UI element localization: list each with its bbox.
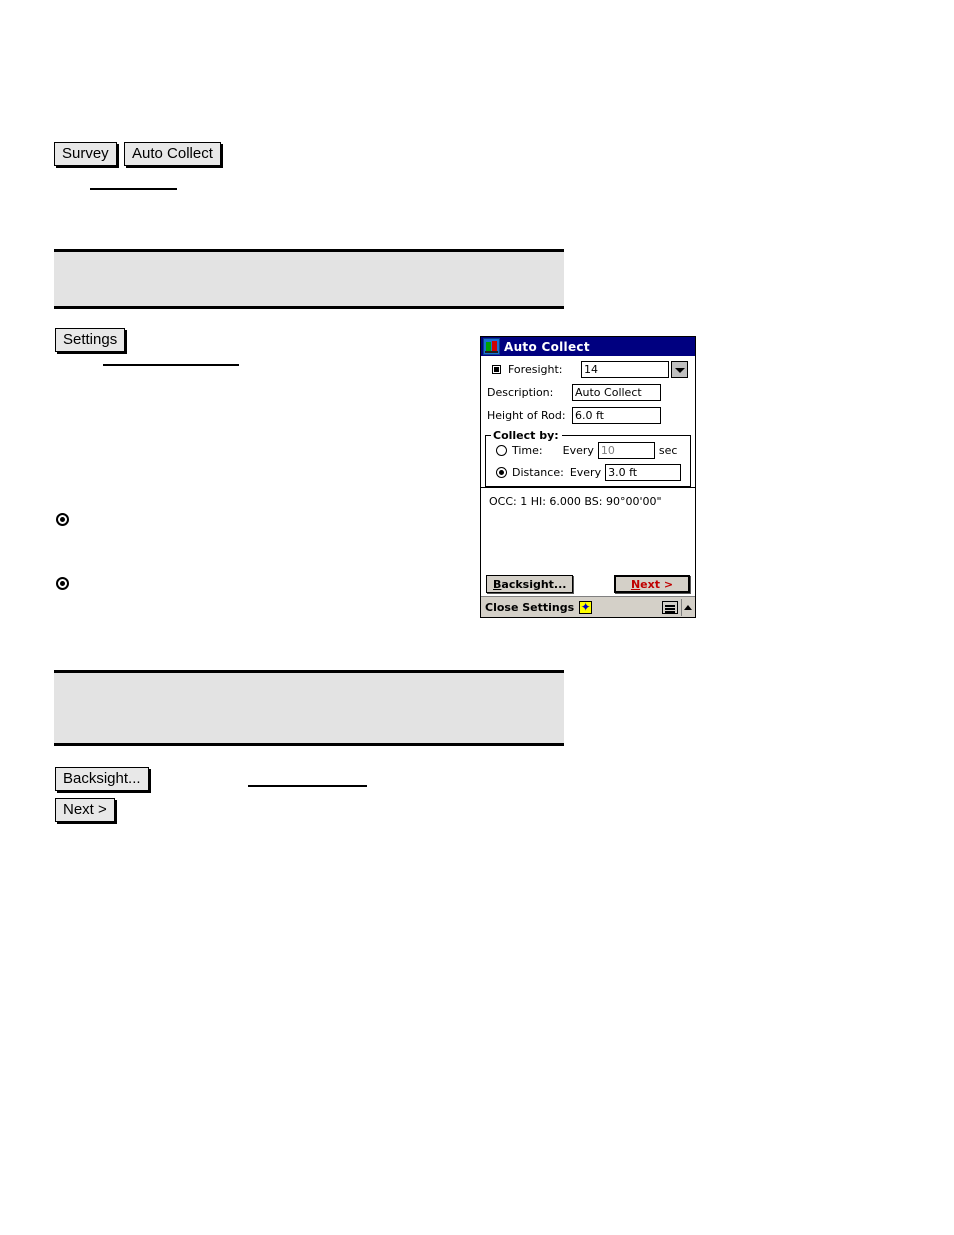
description-row: Description: Auto Collect (487, 384, 689, 401)
dialog-title: Auto Collect (504, 339, 590, 354)
foresight-input[interactable]: 14 (581, 361, 669, 378)
keyboard-icon[interactable] (662, 600, 678, 614)
next-doc-button[interactable]: Next > (55, 798, 115, 822)
status-line: OCC: 1 HI: 6.000 BS: 90°00'00" (489, 495, 662, 508)
redacted-rule-2 (103, 364, 239, 366)
description-label: Description: (487, 386, 554, 399)
next-accel: N (630, 577, 641, 591)
dialog-taskbar: Close Settings ✦ (481, 596, 695, 617)
collect-by-legend: Collect by: (491, 429, 562, 442)
radio-distance-label: Distance: (512, 466, 564, 479)
distance-every-label: Every (569, 466, 602, 479)
height-of-rod-row: Height of Rod: 6.0 ft (487, 407, 689, 424)
backsight-button[interactable]: Backsight... (486, 575, 574, 593)
distance-interval-input[interactable]: 3.0 ft (605, 464, 682, 481)
foresight-row: Foresight: 14 (487, 361, 689, 378)
survey-button[interactable]: Survey (54, 142, 117, 166)
next-label-rest: ext > (640, 577, 674, 591)
auto-collect-dialog: Auto Collect Foresight: 14 Description: … (480, 336, 696, 618)
description-input[interactable]: Auto Collect (572, 384, 661, 401)
radio-marker-distance[interactable] (56, 577, 69, 590)
auto-collect-button[interactable]: Auto Collect (124, 142, 221, 166)
dialog-body: Foresight: 14 Description: Auto Collect … (481, 356, 695, 617)
time-unit-label: sec (658, 444, 678, 457)
collect-by-distance-row: Distance: Every 3.0 ft (490, 464, 686, 481)
chevron-down-icon[interactable] (671, 361, 688, 378)
backsight-doc-button[interactable]: Backsight... (55, 767, 149, 791)
height-of-rod-input[interactable]: 6.0 ft (572, 407, 661, 424)
survey-app-icon (483, 338, 500, 355)
radio-time-label: Time: (512, 444, 543, 457)
dialog-form: Foresight: 14 Description: Auto Collect … (481, 356, 695, 432)
height-of-rod-label: Height of Rod: (487, 409, 566, 422)
foresight-label: Foresight: (508, 363, 563, 376)
redacted-rule-1 (90, 188, 177, 190)
radio-time[interactable] (496, 445, 507, 456)
star-icon[interactable]: ✦ (579, 600, 593, 614)
backsight-label-rest: acksight... (501, 577, 567, 591)
dialog-titlebar: Auto Collect (481, 337, 695, 356)
collect-by-time-row: Time: Every 10 sec (490, 442, 686, 459)
radio-marker-time[interactable] (56, 513, 69, 526)
settings-button[interactable]: Settings (55, 328, 126, 352)
dialog-button-row: Backsight... Next > (481, 574, 695, 594)
note-box-top (54, 249, 564, 309)
collect-by-group: Collect by: Time: Every 10 sec Distance:… (485, 429, 691, 487)
next-button[interactable]: Next > (614, 575, 690, 593)
foresight-checkbox[interactable] (492, 365, 501, 374)
note-box-bottom (54, 670, 564, 746)
status-panel: OCC: 1 HI: 6.000 BS: 90°00'00" (481, 487, 695, 542)
radio-distance[interactable] (496, 467, 507, 478)
backsight-accel: B (493, 577, 502, 591)
time-every-label: Every (562, 444, 594, 457)
redacted-rule-3 (248, 785, 367, 787)
close-settings-label[interactable]: Close Settings (485, 601, 574, 614)
time-interval-input[interactable]: 10 (597, 442, 655, 459)
chevron-up-icon[interactable] (681, 598, 693, 616)
